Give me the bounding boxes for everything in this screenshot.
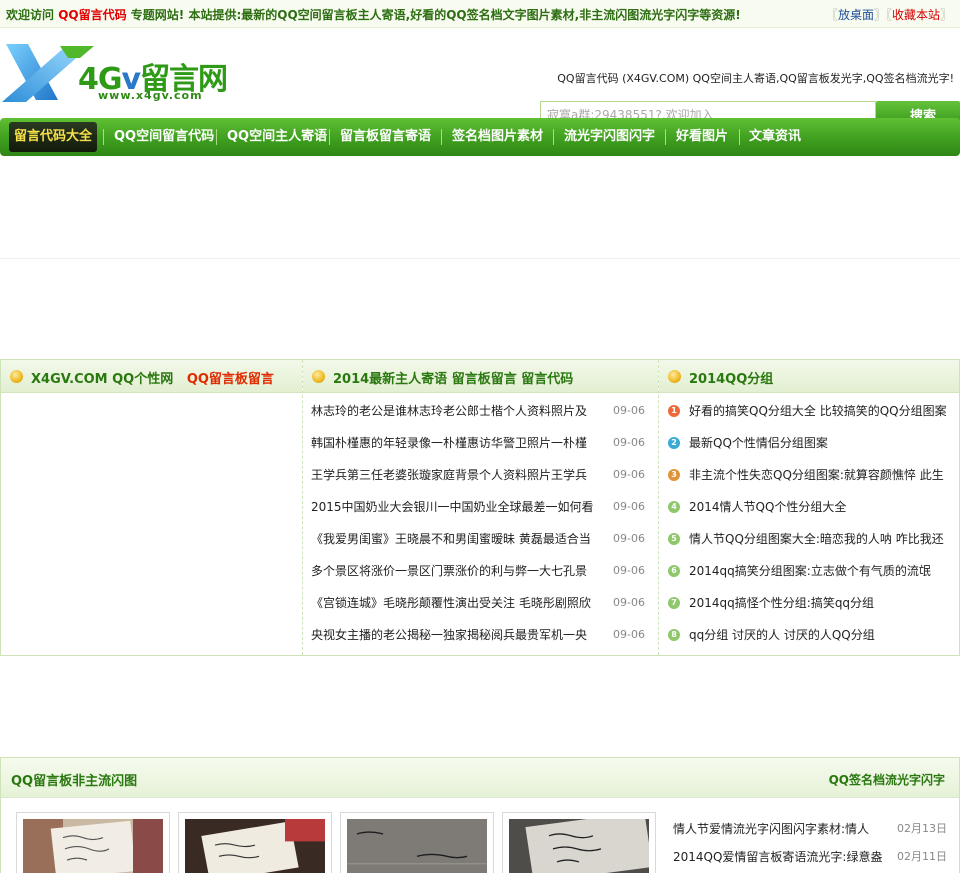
list-item[interactable]: 1 好看的搞笑QQ分组大全 比较搞笑的QQ分组图案 — [659, 395, 959, 427]
thumbnail[interactable] — [16, 812, 170, 873]
nav-separator — [665, 129, 666, 145]
list-item[interactable]: 林志玲的老公是谁林志玲老公郎士楷个人资料照片及 09-06 — [303, 395, 658, 427]
list-item[interactable]: 8 qq分组 讨厌的人 讨厌的人QQ分组 — [659, 619, 959, 651]
nav-item-nice-pictures[interactable]: 好看图片 — [676, 118, 728, 156]
list-item[interactable]: 韩国朴槿惠的年轻录像一朴槿惠访华警卫照片一朴槿 09-06 — [303, 427, 658, 459]
bullet-icon — [312, 370, 325, 383]
list-item[interactable]: 4 2014情人节QQ个性分组大全 — [659, 491, 959, 523]
rank-badge: 7 — [668, 597, 680, 609]
ranked-list: 1 好看的搞笑QQ分组大全 比较搞笑的QQ分组图案 2 最新QQ个性情侣分组图案 3… — [659, 395, 959, 651]
column-header: 2014最新主人寄语 留言板留言 留言代码 — [303, 360, 658, 393]
list-item[interactable]: 6 2014qq搞笑分组图案:立志做个有气质的流氓 — [659, 555, 959, 587]
nav-separator — [329, 129, 330, 145]
nav-separator — [553, 129, 554, 145]
nav-item-signature-images[interactable]: 签名档图片素材 — [452, 118, 543, 156]
list-item[interactable]: 央视女主播的老公揭秘一独家揭秘阅兵最贵军机一央 09-06 — [303, 619, 658, 651]
nav-separator — [441, 129, 442, 145]
nav-item-articles[interactable]: 文章资讯 — [749, 118, 801, 156]
site-description: 本站提供:最新的QQ空间留言板主人寄语,好看的QQ签名档文字图片素材,非主流闪图… — [188, 8, 741, 22]
main-nav: 留言代码大全 QQ空间留言代码 QQ空间主人寄语 留言板留言寄语 签名档图片素材… — [0, 118, 960, 156]
rank-badge: 8 — [668, 629, 680, 641]
nav-separator — [739, 129, 740, 145]
rank-badge: 1 — [668, 405, 680, 417]
column-latest-greetings: 2014最新主人寄语 留言板留言 留言代码 林志玲的老公是谁林志玲老公郎士楷个人… — [303, 360, 659, 655]
column-header: 2014QQ分组 — [659, 360, 959, 393]
letter-image — [185, 819, 325, 873]
nav-separator — [216, 129, 217, 145]
header: 4Gv留言网 www.x4gv.com QQ留言代码 (X4GV.COM) QQ… — [0, 28, 960, 124]
thumbnail[interactable] — [502, 811, 656, 873]
thumbnail[interactable] — [340, 812, 494, 873]
rank-badge: 2 — [668, 437, 680, 449]
logo-url: www.x4gv.com — [98, 89, 203, 102]
welcome-text: 欢迎访问 QQ留言代码 专题网站! 本站提供:最新的QQ空间留言板主人寄语,好看… — [6, 6, 741, 23]
news-list: 林志玲的老公是谁林志玲老公郎士楷个人资料照片及 09-06 韩国朴槿惠的年轻录像一… — [303, 395, 658, 651]
nav-separator — [103, 129, 104, 145]
nav-item-glitter-text[interactable]: 流光字闪图闪字 — [564, 118, 655, 156]
section-header: QQ留言板非主流闪图 QQ签名档流光字闪字 — [1, 758, 959, 798]
list-item[interactable]: 2 最新QQ个性情侣分组图案 — [659, 427, 959, 459]
divider — [0, 258, 960, 259]
bullet-icon — [668, 370, 681, 383]
column-title[interactable]: 2014最新主人寄语 留言板留言 留言代码 — [333, 368, 573, 387]
list-item[interactable]: 7 2014qq搞怪个性分组:搞笑qq分组 — [659, 587, 959, 619]
site-logo[interactable]: 4Gv留言网 www.x4gv.com — [2, 42, 232, 108]
rank-badge: 3 — [668, 469, 680, 481]
list-item[interactable]: 《我爱男闺蜜》王晓晨不和男闺蜜暧昧 黄磊最适合当 09-06 — [303, 523, 658, 555]
bookmark-link[interactable]: 收藏本站 — [892, 8, 940, 22]
nav-item-owner-greetings[interactable]: QQ空间主人寄语 — [227, 118, 327, 156]
top-links: 〖放桌面〗〖收藏本站〗 — [825, 8, 952, 22]
nav-item-guestbook-codes[interactable]: 留言代码大全 — [9, 122, 98, 152]
list-item[interactable]: 多个景区将涨价一景区门票涨价的利与弊一大七孔景 09-06 — [303, 555, 658, 587]
rank-badge: 4 — [668, 501, 680, 513]
column-header: X4GV.COM QQ个性网 QQ留言板留言 — [1, 360, 302, 393]
news-panel: X4GV.COM QQ个性网 QQ留言板留言 2014最新主人寄语 留言板留言 … — [0, 359, 960, 656]
nav-item-qzone-codes[interactable]: QQ空间留言代码 — [114, 118, 214, 156]
bullet-icon — [10, 370, 23, 383]
column-qq-groups: 2014QQ分组 1 好看的搞笑QQ分组大全 比较搞笑的QQ分组图案 2 最新QQ个… — [659, 360, 959, 655]
section-more-link[interactable]: QQ签名档流光字闪字 — [829, 771, 945, 788]
column-title[interactable]: X4GV.COM QQ个性网 QQ留言板留言 — [31, 368, 274, 387]
rank-badge: 5 — [668, 533, 680, 545]
list-item[interactable]: 2015中国奶业大会银川一中国奶业全球最差一如何看 09-06 — [303, 491, 658, 523]
rank-badge: 6 — [668, 565, 680, 577]
list-item[interactable]: 情人节爱情流光字闪图闪字素材:情人 02月13日 — [673, 818, 953, 846]
section-title[interactable]: QQ留言板非主流闪图 — [11, 770, 137, 789]
column-personal: X4GV.COM QQ个性网 QQ留言板留言 — [1, 360, 303, 655]
nav-item-board-messages[interactable]: 留言板留言寄语 — [340, 118, 431, 156]
notebook-image — [347, 819, 487, 873]
flash-text-list: 情人节爱情流光字闪图闪字素材:情人 02月13日 2014QQ爱情留言板寄语流光字… — [673, 818, 953, 873]
brand-link[interactable]: QQ留言代码 — [58, 8, 126, 22]
list-item[interactable]: 3 非主流个性失恋QQ分组图案:就算容颜憔悴 此生 — [659, 459, 959, 491]
brand-suffix: 专题网站! — [130, 8, 185, 22]
top-bar: 欢迎访问 QQ留言代码 专题网站! 本站提供:最新的QQ空间留言板主人寄语,好看… — [0, 0, 960, 28]
list-item[interactable]: 《宫锁连城》毛晓彤颠覆性演出受关注 毛晓彤剧照欣 09-06 — [303, 587, 658, 619]
header-slogan: QQ留言代码 (X4GV.COM) QQ空间主人寄语,QQ留言板发光字,QQ签名… — [557, 72, 954, 85]
handwriting-image — [23, 819, 163, 873]
list-item[interactable]: 5 情人节QQ分组图案大全:暗恋我的人呐 咋比我还 — [659, 523, 959, 555]
thumbnail[interactable] — [178, 812, 332, 873]
list-item[interactable]: 2014QQ爱情留言板寄语流光字:绿意盎 02月11日 — [673, 846, 953, 873]
handwriting-note-image — [509, 811, 653, 873]
column-title[interactable]: 2014QQ分组 — [689, 368, 773, 387]
put-desktop-link[interactable]: 放桌面 — [838, 8, 874, 22]
list-item[interactable]: 王学兵第三任老婆张璇家庭背景个人资料照片王学兵 09-06 — [303, 459, 658, 491]
flash-images-section: QQ留言板非主流闪图 QQ签名档流光字闪字 情人节爱情流光字闪图闪字素材:情人 … — [0, 757, 960, 873]
welcome-label: 欢迎访问 — [6, 8, 55, 22]
